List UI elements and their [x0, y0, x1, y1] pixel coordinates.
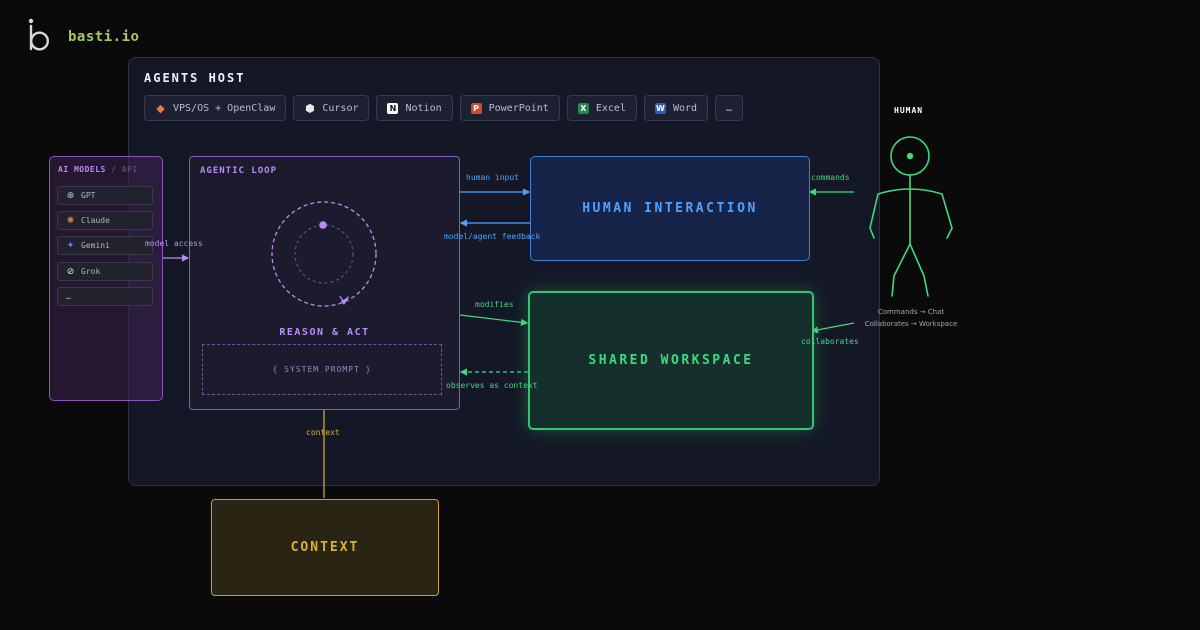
ai-models-subtitle: / API: [111, 165, 138, 174]
human-figure-icon: [869, 136, 953, 297]
human-interaction-title: HUMAN INTERACTION: [582, 201, 758, 216]
agentic-loop-title: AGENTIC LOOP: [200, 166, 278, 176]
context-box: CONTEXT: [211, 499, 439, 596]
human-caption: Commands → Chat Collaborates → Workspace: [850, 306, 972, 330]
model-item-gpt[interactable]: ⊛ GPT: [57, 186, 153, 205]
human-caption-line2: Collaborates → Workspace: [864, 320, 958, 328]
openai-icon: ⊛: [66, 190, 75, 201]
loop-cycle-icon: [271, 201, 377, 307]
edge-label-context: context: [306, 428, 340, 437]
edge-label-feedback: model/agent feedback: [444, 232, 541, 241]
grok-icon: ⊘: [66, 266, 75, 277]
model-label: …: [66, 292, 71, 301]
model-item-claude[interactable]: ✺ Claude: [57, 211, 153, 230]
reason-act-label: REASON & ACT: [279, 327, 370, 338]
gemini-icon: ✦: [66, 240, 75, 251]
model-item-gemini[interactable]: ✦ Gemini: [57, 236, 153, 255]
edge-modifies: [459, 314, 529, 326]
edge-collaborates: [810, 322, 855, 334]
model-label: Gemini: [81, 241, 110, 250]
edge-label-human-input: human input: [466, 173, 519, 182]
context-title: CONTEXT: [290, 540, 360, 555]
model-label: Claude: [81, 216, 110, 225]
model-item-grok[interactable]: ⊘ Grok: [57, 262, 153, 281]
human-interaction-box: HUMAN INTERACTION: [530, 156, 810, 261]
system-prompt-label: { SYSTEM PROMPT }: [272, 365, 372, 374]
shared-workspace-title: SHARED WORKSPACE: [588, 353, 754, 368]
human-caption-line1: Commands → Chat: [877, 308, 945, 316]
model-label: GPT: [81, 191, 96, 200]
edge-label-commands: commands: [811, 173, 850, 182]
edge-label-model-access: model access: [145, 239, 203, 248]
shared-workspace-box: SHARED WORKSPACE: [528, 291, 814, 430]
system-prompt-box: { SYSTEM PROMPT }: [202, 344, 442, 395]
model-label: Grok: [81, 267, 101, 276]
model-item-more[interactable]: …: [57, 287, 153, 306]
ai-models-title-text: AI MODELS: [58, 165, 106, 174]
claude-icon: ✺: [66, 215, 75, 226]
ai-models-title: AI MODELS / API: [58, 165, 138, 174]
edge-label-observes: observes as context: [446, 381, 538, 390]
edge-label-modifies: modifies: [475, 300, 514, 309]
human-title: HUMAN: [894, 106, 924, 115]
edge-label-collaborates: collaborates: [801, 337, 859, 346]
